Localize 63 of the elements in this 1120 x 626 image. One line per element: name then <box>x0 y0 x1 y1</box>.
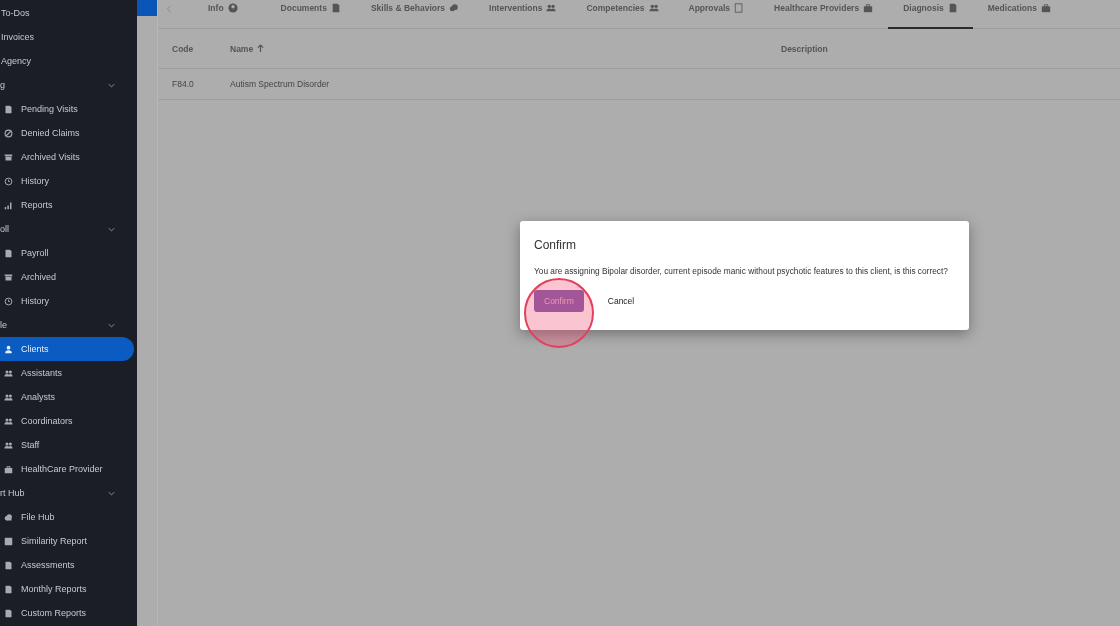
people-icon <box>648 3 659 13</box>
sidebar-section-label: g <box>0 80 5 90</box>
sidebar-item[interactable]: Archived <box>0 265 134 289</box>
clock-icon <box>4 296 13 306</box>
chevron-down-icon[interactable] <box>108 490 115 496</box>
person-icon <box>4 344 13 354</box>
table-cell-text: Autism Spectrum Disorder <box>230 79 331 89</box>
arrow-up-icon[interactable] <box>257 44 265 53</box>
chevron-down-icon[interactable] <box>108 322 115 328</box>
sidebar-item[interactable]: Assessments <box>0 553 134 577</box>
cloud-icon <box>449 3 460 13</box>
chevron-down-icon[interactable] <box>108 82 115 88</box>
sidebar-item[interactable]: To-Dos <box>1 8 30 18</box>
header-bar <box>137 0 157 16</box>
archive-box-icon <box>4 272 13 282</box>
sidebar-item[interactable]: Assistants <box>0 361 134 385</box>
document-icon <box>4 584 13 594</box>
document-icon <box>4 608 13 618</box>
people-icon <box>4 440 13 450</box>
ban-icon <box>4 128 13 138</box>
sidebar-item[interactable]: Agency <box>1 56 32 66</box>
sidebar-item[interactable]: Custom Reports <box>0 601 134 625</box>
sidebar-item[interactable]: Archived Visits <box>0 145 134 169</box>
cloud-icon <box>4 512 13 522</box>
sidebar-item[interactable]: Pending Visits <box>0 97 134 121</box>
clock-icon <box>4 176 13 186</box>
sidebar-item[interactable]: Clients <box>0 337 134 361</box>
document-icon <box>4 104 13 114</box>
sidebar-item[interactable]: Similarity Report <box>0 529 134 553</box>
sidebar-item[interactable]: Coordinators <box>0 409 134 433</box>
people-icon <box>4 416 13 426</box>
sidebar-item[interactable]: Analysts <box>0 385 134 409</box>
people-icon <box>4 368 13 378</box>
cancel-button[interactable]: Cancel <box>597 290 645 312</box>
sidebar-item[interactable]: Reports <box>0 193 134 217</box>
briefcase-icon <box>863 3 874 13</box>
document-icon <box>4 560 13 570</box>
sidebar-item[interactable]: Monthly Reports <box>0 577 134 601</box>
document-icon <box>947 3 958 13</box>
bar-chart-icon <box>4 200 13 210</box>
sidebar-item[interactable]: HealthCare Provider <box>0 457 134 481</box>
sidebar-section-label: oll <box>0 224 9 234</box>
sidebar-item[interactable]: Staff <box>0 433 134 457</box>
people-icon <box>546 3 557 13</box>
sidebar-item[interactable]: File Hub <box>0 505 134 529</box>
sidebar-section-label: rt Hub <box>0 488 25 498</box>
document-icon <box>4 248 13 258</box>
chevron-down-icon[interactable] <box>108 226 115 232</box>
person-icon <box>227 3 238 13</box>
sidebar-section-label: le <box>0 320 7 330</box>
table-cell-text: F84.0 <box>172 79 195 89</box>
archive-box-icon <box>4 152 13 162</box>
briefcase-icon <box>1040 3 1051 13</box>
dialog-message: You are assigning Bipolar disorder, current episode manic without psychotic features to this client, is this correct? <box>534 266 949 276</box>
sidebar-item[interactable]: Payroll <box>0 241 134 265</box>
briefcase-icon <box>4 464 13 474</box>
sidebar-item[interactable]: History <box>0 169 134 193</box>
sidebar-item[interactable]: History <box>0 289 134 313</box>
people-icon <box>4 392 13 402</box>
document-icon <box>330 3 341 13</box>
sidebar-item[interactable]: Denied Claims <box>0 121 134 145</box>
dialog-title: Confirm <box>534 238 577 252</box>
sidebar-item[interactable]: Invoices <box>1 32 35 42</box>
